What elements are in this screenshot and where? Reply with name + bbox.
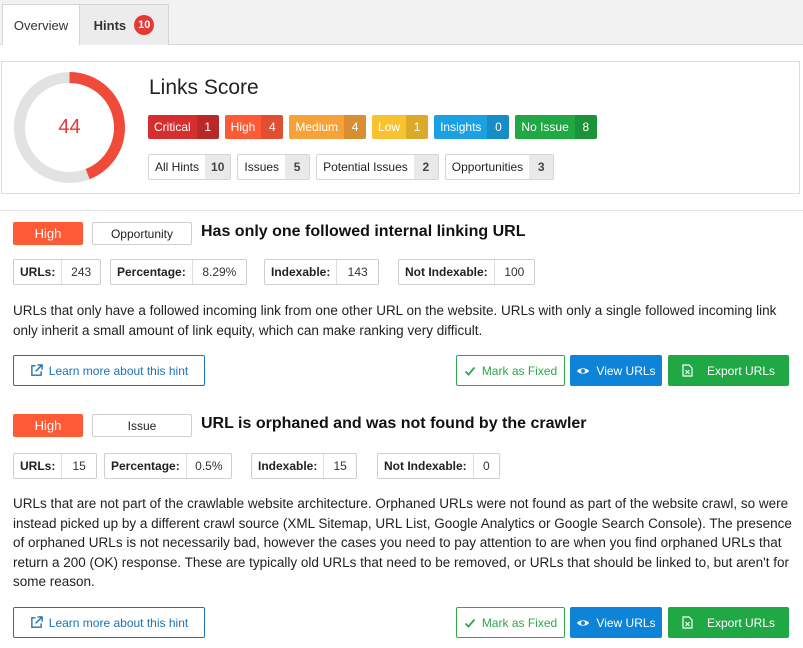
mark-as-fixed-button[interactable]: Mark as Fixed bbox=[456, 607, 565, 638]
stat-indexable: Indexable: 15 bbox=[251, 453, 357, 479]
stat-key: Not Indexable: bbox=[399, 260, 495, 284]
category-label: Issues bbox=[244, 160, 280, 174]
stat-urls: URLs: 15 bbox=[13, 453, 97, 479]
external-link-icon bbox=[30, 616, 43, 629]
view-urls-button[interactable]: View URLs bbox=[570, 607, 662, 638]
tab-overview-label: Overview bbox=[13, 17, 69, 33]
severity-label: Critical bbox=[154, 120, 191, 134]
export-urls-label: Export URLs bbox=[706, 363, 776, 378]
severity-count: 8 bbox=[574, 115, 597, 139]
category-label: Potential Issues bbox=[323, 160, 408, 174]
stat-key: Not Indexable: bbox=[378, 454, 474, 478]
severity-insights-filter[interactable]: Insights 0 bbox=[434, 115, 510, 139]
mark-as-fixed-label: Mark as Fixed bbox=[481, 615, 558, 630]
tab-hints-label: Hints bbox=[93, 17, 127, 33]
stat-percentage: Percentage: 8.29% bbox=[110, 259, 247, 285]
severity-label: No Issue bbox=[521, 120, 569, 134]
category-potential-issues-filter[interactable]: Potential Issues 2 bbox=[316, 154, 439, 180]
hint-title: URL is orphaned and was not found by the… bbox=[201, 415, 587, 432]
severity-no-issue-filter[interactable]: No Issue 8 bbox=[515, 115, 597, 139]
stat-key: Percentage: bbox=[111, 260, 193, 284]
severity-filters: Critical 1 High 4 Medium 4 Low 1 Insight… bbox=[148, 115, 597, 139]
stat-key: Percentage: bbox=[105, 454, 187, 478]
stat-urls: URLs: 243 bbox=[13, 259, 101, 285]
severity-count: 4 bbox=[344, 115, 367, 139]
score-value: 44 bbox=[58, 116, 81, 138]
tab-hints[interactable]: Hints 10 bbox=[79, 4, 169, 45]
category-all-hints-filter[interactable]: All Hints 10 bbox=[148, 154, 232, 180]
stat-value: 15 bbox=[72, 459, 86, 473]
export-urls-button[interactable]: Export URLs bbox=[668, 355, 789, 386]
severity-count: 4 bbox=[261, 115, 284, 139]
stat-value: 0 bbox=[483, 459, 490, 473]
severity-label: High bbox=[230, 120, 256, 134]
category-count: 3 bbox=[529, 155, 554, 179]
links-score-card: 44 Links Score Critical 1 High 4 Medium … bbox=[1, 61, 800, 194]
hint-description: URLs that only have a followed incoming … bbox=[13, 303, 777, 338]
severity-high-filter[interactable]: High 4 bbox=[224, 115, 284, 139]
learn-more-button[interactable]: Learn more about this hint bbox=[13, 355, 205, 386]
stat-value: 15 bbox=[333, 459, 347, 473]
tab-bar: Overview Hints 10 bbox=[0, 0, 803, 45]
hint-title: Has only one followed internal linking U… bbox=[201, 223, 526, 240]
mark-as-fixed-label: Mark as Fixed bbox=[481, 363, 558, 378]
priority-badge: High bbox=[13, 222, 83, 245]
check-icon bbox=[464, 617, 476, 629]
score-title: Links Score bbox=[149, 76, 259, 99]
category-label: All Hints bbox=[155, 160, 200, 174]
hint-type-badge: Issue bbox=[92, 414, 192, 437]
check-icon bbox=[464, 365, 476, 377]
tab-overview[interactable]: Overview bbox=[2, 4, 80, 45]
learn-more-button[interactable]: Learn more about this hint bbox=[13, 607, 205, 638]
eye-icon bbox=[576, 617, 590, 629]
stat-key: Indexable: bbox=[265, 260, 338, 284]
severity-label: Insights bbox=[440, 120, 482, 134]
stat-indexable: Indexable: 143 bbox=[264, 259, 379, 285]
stat-not-indexable: Not Indexable: 100 bbox=[398, 259, 535, 285]
stat-key: Indexable: bbox=[252, 454, 325, 478]
severity-count: 1 bbox=[196, 115, 219, 139]
category-count: 10 bbox=[205, 155, 231, 179]
learn-more-label: Learn more about this hint bbox=[48, 363, 189, 378]
severity-critical-filter[interactable]: Critical 1 bbox=[148, 115, 219, 139]
stat-value: 8.29% bbox=[202, 265, 237, 279]
priority-badge: High bbox=[13, 414, 83, 437]
stat-key: URLs: bbox=[14, 260, 63, 284]
hint-card: High Opportunity Has only one followed i… bbox=[0, 210, 803, 386]
view-urls-label: View URLs bbox=[596, 615, 656, 630]
stat-value: 243 bbox=[71, 265, 92, 279]
file-excel-icon bbox=[682, 364, 693, 377]
export-urls-label: Export URLs bbox=[706, 615, 776, 630]
category-count: 2 bbox=[413, 155, 438, 179]
severity-label: Medium bbox=[295, 120, 339, 134]
category-count: 5 bbox=[285, 155, 310, 179]
hint-type-badge: Opportunity bbox=[92, 222, 192, 245]
external-link-icon bbox=[30, 364, 43, 377]
category-opportunities-filter[interactable]: Opportunities 3 bbox=[444, 154, 555, 180]
stat-not-indexable: Not Indexable: 0 bbox=[377, 453, 500, 479]
category-issues-filter[interactable]: Issues 5 bbox=[237, 154, 311, 180]
severity-medium-filter[interactable]: Medium 4 bbox=[289, 115, 367, 139]
learn-more-label: Learn more about this hint bbox=[48, 615, 189, 630]
eye-icon bbox=[576, 365, 590, 377]
mark-as-fixed-button[interactable]: Mark as Fixed bbox=[456, 355, 565, 386]
file-excel-icon bbox=[682, 616, 693, 629]
severity-label: Low bbox=[378, 120, 401, 134]
stat-key: URLs: bbox=[14, 454, 63, 478]
severity-count: 1 bbox=[406, 115, 429, 139]
stat-percentage: Percentage: 0.5% bbox=[104, 453, 232, 479]
view-urls-button[interactable]: View URLs bbox=[570, 355, 662, 386]
hints-count-badge: 10 bbox=[134, 15, 155, 35]
hint-description: URLs that are not part of the crawlable … bbox=[13, 496, 792, 589]
category-filters: All Hints 10 Issues 5 Potential Issues 2… bbox=[148, 154, 555, 180]
view-urls-label: View URLs bbox=[596, 363, 656, 378]
export-urls-button[interactable]: Export URLs bbox=[668, 607, 789, 638]
severity-low-filter[interactable]: Low 1 bbox=[372, 115, 429, 139]
category-label: Opportunities bbox=[451, 160, 524, 174]
stat-value: 100 bbox=[504, 265, 525, 279]
stat-value: 143 bbox=[347, 265, 368, 279]
stat-value: 0.5% bbox=[195, 459, 223, 473]
severity-count: 0 bbox=[487, 115, 510, 139]
